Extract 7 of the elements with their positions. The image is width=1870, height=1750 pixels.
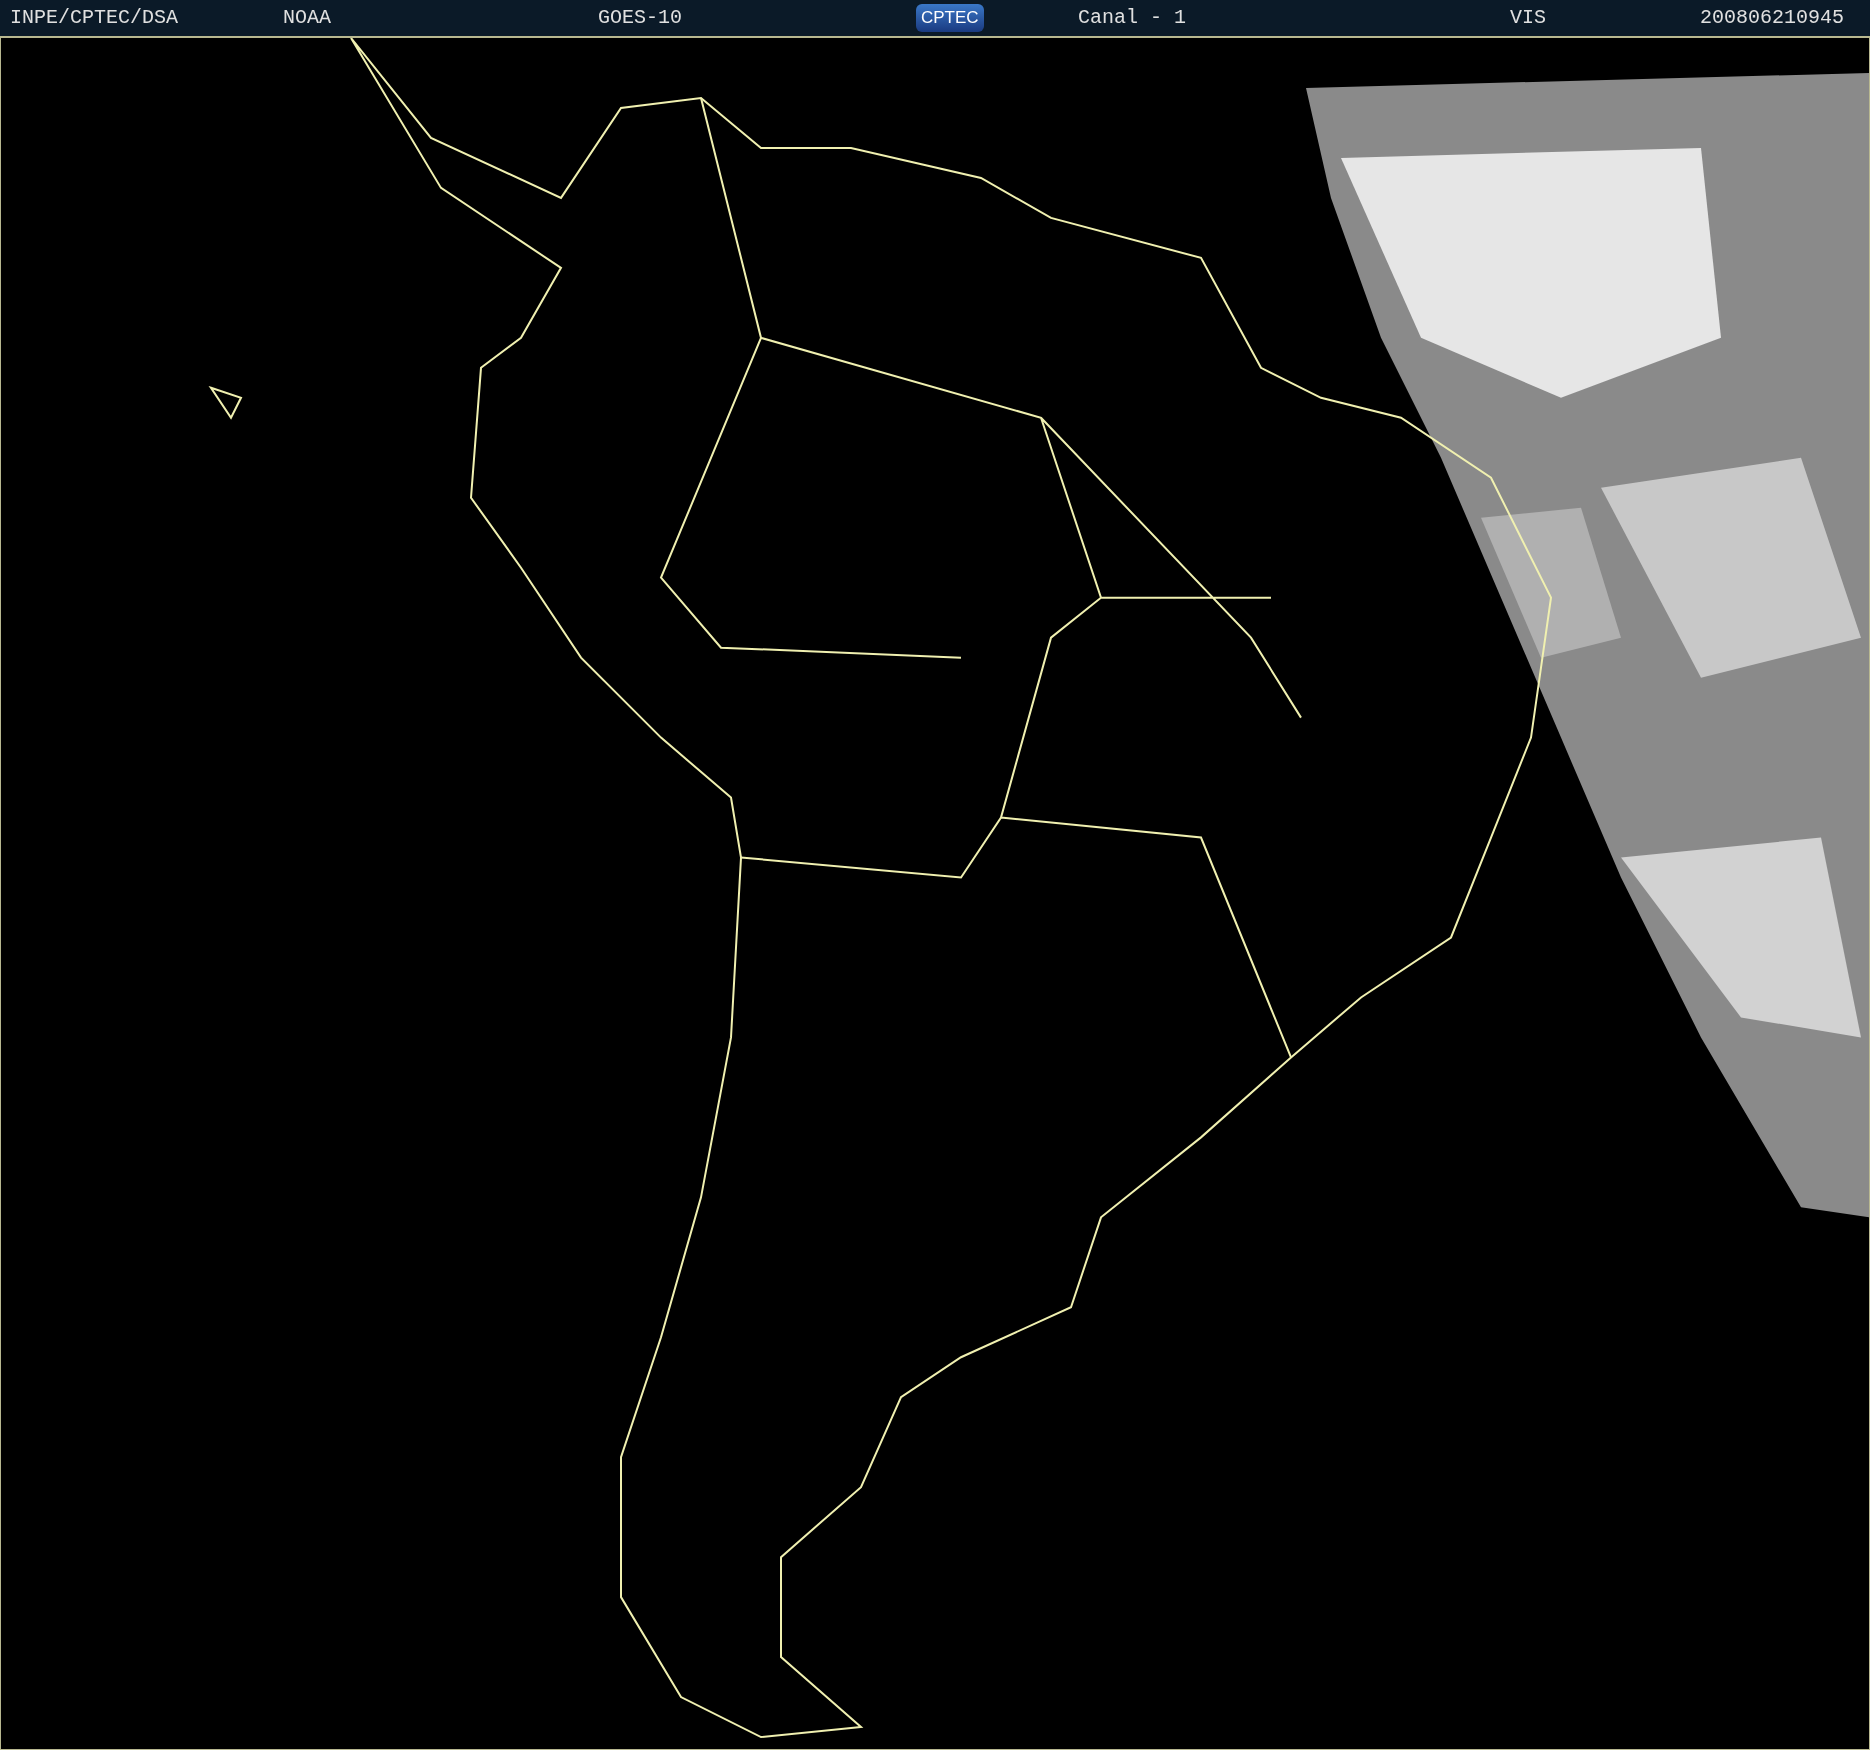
- timestamp-label: 200806210945: [1700, 6, 1846, 30]
- logo: CPTEC: [916, 4, 984, 32]
- agency-label: NOAA: [283, 6, 332, 30]
- channel-label: Canal - 1: [1078, 6, 1188, 30]
- satellite-label: GOES-10: [598, 6, 683, 30]
- source-label: INPE/CPTEC/DSA: [9, 6, 180, 30]
- band-label: VIS: [1510, 6, 1547, 30]
